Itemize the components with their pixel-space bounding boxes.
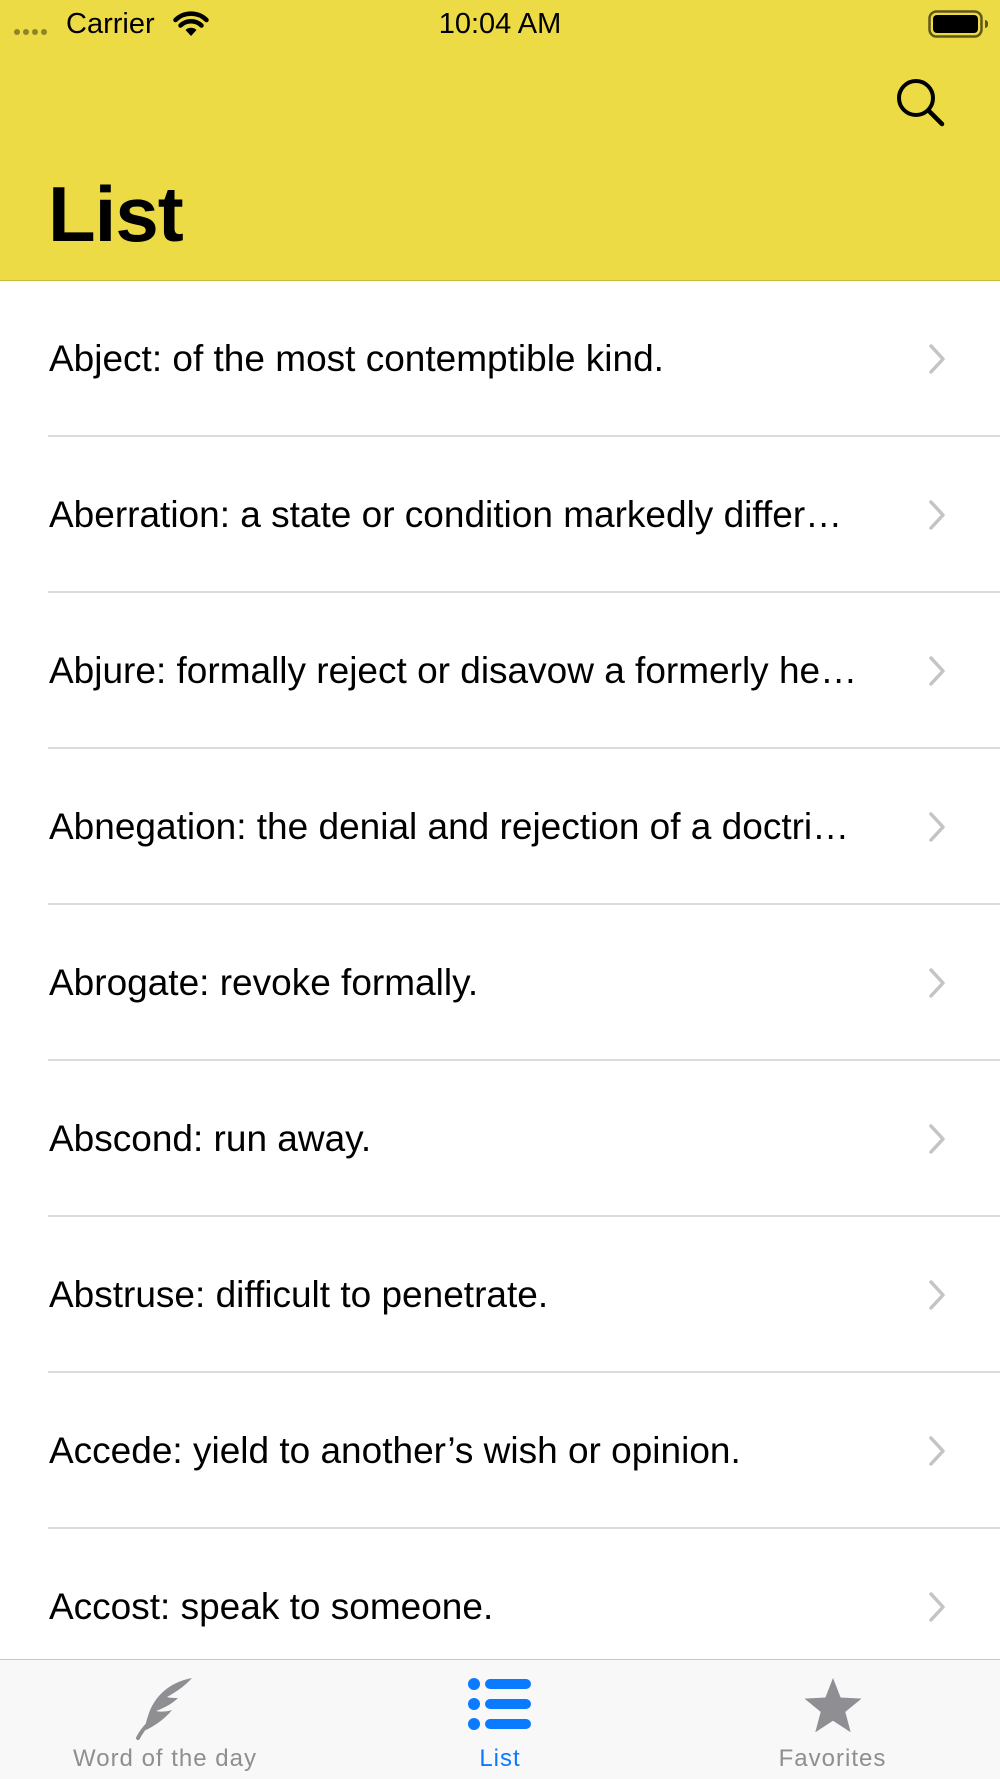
chevron-right-icon <box>929 500 945 530</box>
search-icon <box>897 79 945 127</box>
tab-bar: Word of the day List Favorites <box>0 1659 1000 1779</box>
list-item[interactable]: Accede: yield to another’s wish or opini… <box>0 1373 1000 1529</box>
chevron-right-icon <box>929 656 945 686</box>
page-title: List <box>48 170 184 258</box>
list-item-label: Aberration: a state or condition markedl… <box>49 494 843 535</box>
chevron-right-icon <box>929 968 945 998</box>
list-item-label: Abnegation: the denial and rejection of … <box>49 806 850 847</box>
navigation-header: Carrier 10:04 AM List <box>0 0 1000 281</box>
list-item[interactable]: Abjure: formally reject or disavow a for… <box>0 593 1000 749</box>
status-time: 10:04 AM <box>438 8 562 40</box>
chevron-right-icon <box>929 1124 945 1154</box>
list-item-label: Abjure: formally reject or disavow a for… <box>49 650 858 691</box>
feather-icon <box>136 1678 192 1740</box>
list-item[interactable]: Aberration: a state or condition markedl… <box>0 437 1000 593</box>
list-item[interactable]: Abrogate: revoke formally. <box>0 905 1000 1061</box>
tab-label: List <box>479 1745 521 1772</box>
star-icon <box>804 1678 861 1733</box>
tab-label: Favorites <box>778 1745 887 1772</box>
list-item[interactable]: Abnegation: the denial and rejection of … <box>0 749 1000 905</box>
chevron-right-icon <box>929 1436 945 1466</box>
chevron-right-icon <box>929 812 945 842</box>
list-item[interactable]: Abject: of the most contemptible kind. <box>0 281 1000 437</box>
word-list: Abject: of the most contemptible kind. A… <box>0 281 1000 1685</box>
tab-favorites[interactable]: Favorites <box>720 1660 945 1779</box>
chevron-right-icon <box>929 344 945 374</box>
status-bar: Carrier 10:04 AM <box>0 0 1000 48</box>
tab-label: Word of the day <box>73 1745 257 1772</box>
list-item-label: Abrogate: revoke formally. <box>49 962 479 1003</box>
chevron-right-icon <box>929 1280 945 1310</box>
list-icon <box>468 1678 531 1730</box>
list-item-label: Abject: of the most contemptible kind. <box>49 338 664 379</box>
battery-icon <box>928 10 990 43</box>
list-item[interactable]: Abstruse: difficult to penetrate. <box>0 1217 1000 1373</box>
search-button[interactable] <box>890 72 950 132</box>
chevron-right-icon <box>929 1592 945 1622</box>
tab-word-of-the-day[interactable]: Word of the day <box>35 1660 295 1779</box>
tab-list[interactable]: List <box>410 1660 590 1779</box>
list-item-label: Abscond: run away. <box>49 1118 372 1159</box>
list-item[interactable]: Abscond: run away. <box>0 1061 1000 1217</box>
list-item-label: Accede: yield to another’s wish or opini… <box>49 1430 741 1471</box>
list-item-label: Abstruse: difficult to penetrate. <box>49 1274 549 1315</box>
